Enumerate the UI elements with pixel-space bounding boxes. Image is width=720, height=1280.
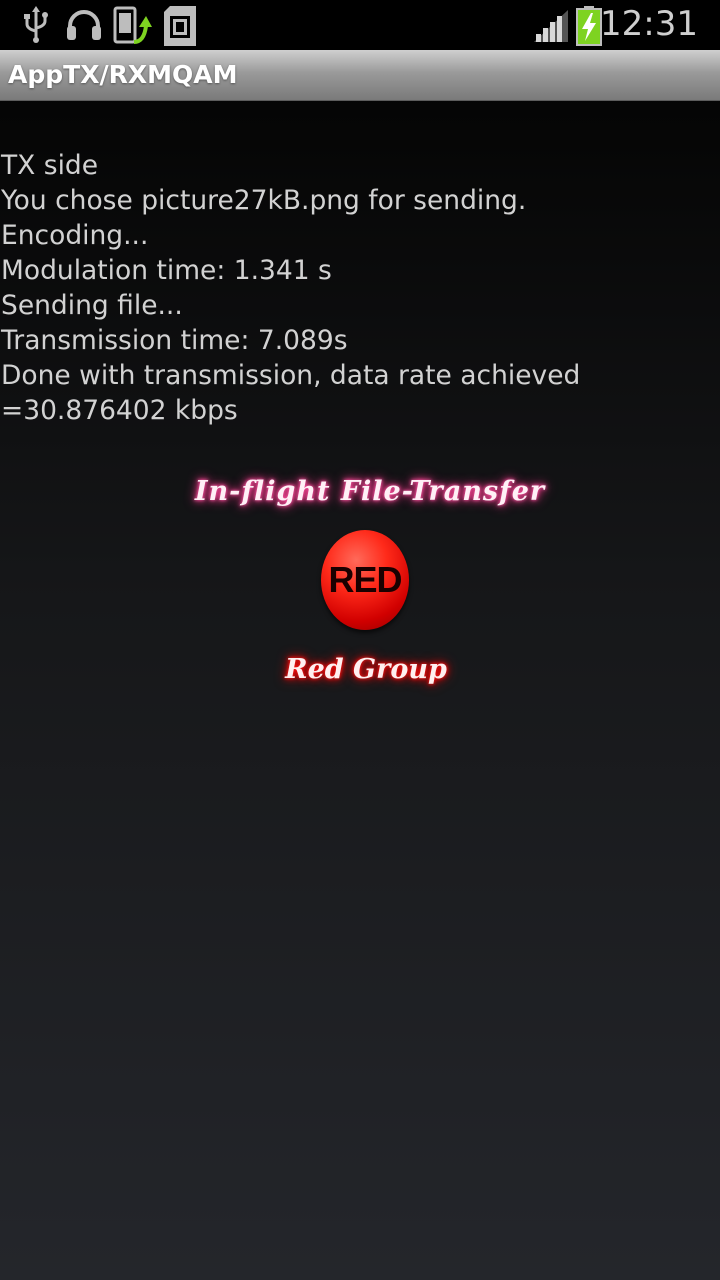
title-bar: AppTX/RXMQAM	[0, 50, 720, 101]
usb-icon	[24, 6, 48, 43]
group-name: Red Group	[285, 654, 447, 685]
status-bar: 12:31	[0, 0, 720, 50]
clock: 12:31	[600, 4, 698, 44]
log-output: TX side You chose picture27kB.png for se…	[1, 148, 716, 428]
signal-icon	[534, 10, 568, 42]
app-name: AppTX/RXMQAM	[8, 60, 238, 89]
log-line: Sending file...	[1, 290, 183, 321]
app-title-banner: In-flight File-Transfer	[194, 476, 546, 507]
headset-icon	[67, 10, 101, 40]
log-line: Transmission time: 7.089s	[1, 325, 348, 356]
logo-text: RED	[328, 559, 402, 600]
log-line: Encoding...	[1, 220, 149, 251]
battery-charging-icon	[576, 6, 602, 46]
log-line: Modulation time: 1.341 s	[1, 255, 332, 286]
log-line: TX side	[1, 150, 99, 181]
log-line: =30.876402 kbps	[1, 395, 238, 426]
phone-update-icon	[113, 6, 152, 44]
log-line: You chose picture27kB.png for sending.	[1, 185, 527, 216]
red-logo: RED	[321, 530, 409, 630]
log-line: Done with transmission, data rate achiev…	[1, 360, 581, 391]
sd-card-icon	[164, 6, 196, 46]
